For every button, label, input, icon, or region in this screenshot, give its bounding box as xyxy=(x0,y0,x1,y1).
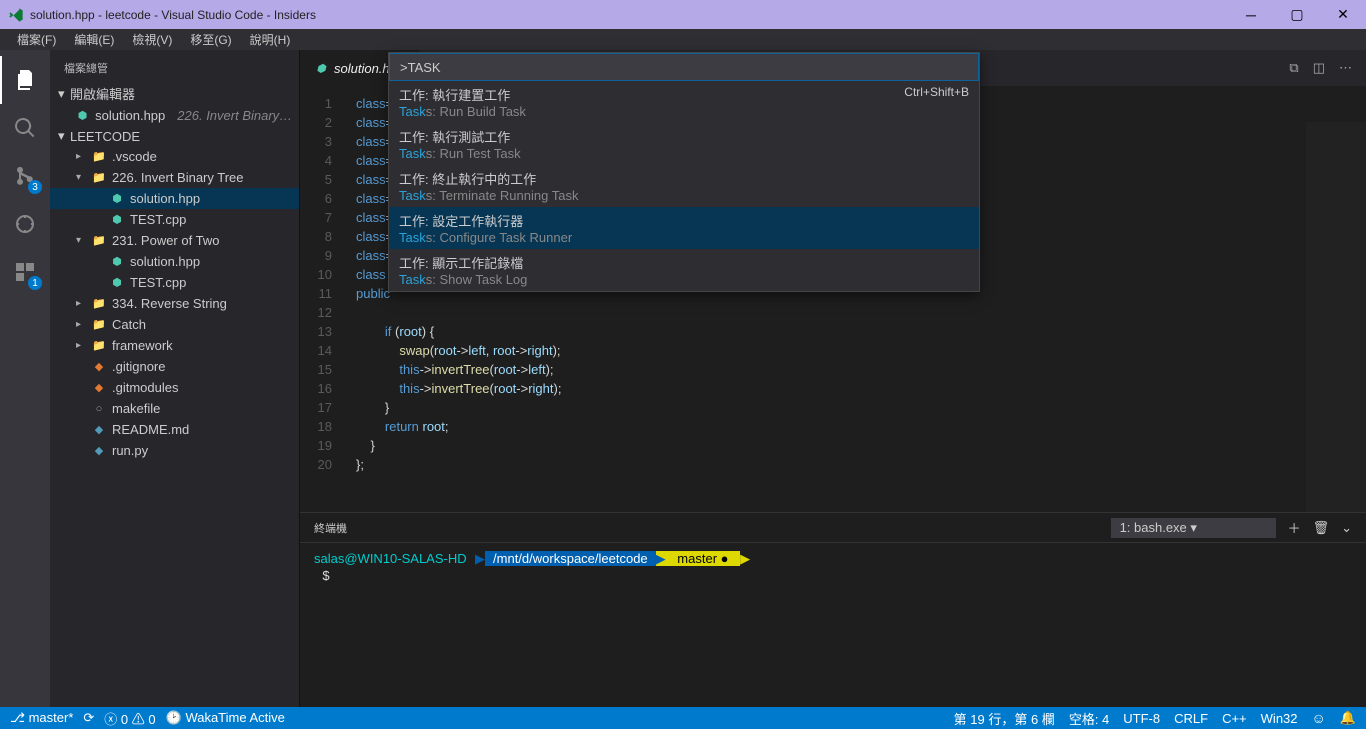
folder-item[interactable]: ▸📁334. Reverse String xyxy=(50,293,299,314)
files-icon xyxy=(14,68,38,92)
sidebar-title: 檔案總管 xyxy=(50,50,299,82)
titlebar: solution.hpp - leetcode - Visual Studio … xyxy=(0,0,1366,29)
file-item[interactable]: ◆.gitmodules xyxy=(50,377,299,398)
palette-item[interactable]: 工作: 設定工作執行器Tasks: Configure Task Runner xyxy=(389,207,979,249)
command-palette: 工作: 執行建置工作Ctrl+Shift+BTasks: Run Build T… xyxy=(388,52,980,292)
menu-help[interactable]: 說明(H) xyxy=(241,29,300,50)
language-mode[interactable]: C++ xyxy=(1222,711,1247,726)
new-terminal-icon[interactable]: ＋ xyxy=(1288,518,1301,537)
debug-icon xyxy=(13,212,37,236)
debug-tab[interactable] xyxy=(0,200,50,248)
file-item[interactable]: ⬢TEST.cpp xyxy=(50,209,299,230)
problems[interactable]: ⓧ 0 ⚠ 0 xyxy=(104,709,155,728)
encoding[interactable]: UTF-8 xyxy=(1123,711,1160,726)
sync-icon[interactable]: ⟳ xyxy=(83,710,94,726)
minimap[interactable] xyxy=(1306,122,1366,512)
palette-list: 工作: 執行建置工作Ctrl+Shift+BTasks: Run Build T… xyxy=(389,81,979,291)
terminal-label[interactable]: 終端機 xyxy=(314,520,347,536)
activity-bar: 3 1 xyxy=(0,50,50,707)
terminal-panel: 終端機 1: bash.exe ▾ ＋ 🗑 ⌄ salas@WIN10-SALA… xyxy=(300,512,1366,707)
menu-view[interactable]: 檢視(V) xyxy=(123,29,181,50)
file-item[interactable]: ◆README.md xyxy=(50,419,299,440)
chevron-down-icon[interactable]: ⌄ xyxy=(1341,520,1352,536)
split-compare-icon[interactable]: ⧉ xyxy=(1289,60,1298,76)
folder-item[interactable]: ▸📁framework xyxy=(50,335,299,356)
terminal-select[interactable]: 1: bash.exe ▾ xyxy=(1111,518,1276,538)
palette-input[interactable] xyxy=(389,53,979,81)
explorer-sidebar: 檔案總管 ▾ 開啟編輯器 ⬢ solution.hpp 226. Invert … xyxy=(50,50,300,707)
menubar: 檔案(F) 編輯(E) 檢視(V) 移至(G) 說明(H) xyxy=(0,29,1366,50)
cursor-position[interactable]: 第 19 行，第 6 欄 xyxy=(954,709,1055,728)
wakatime[interactable]: 🕑 WakaTime Active xyxy=(166,710,285,726)
file-item[interactable]: ⬢TEST.cpp xyxy=(50,272,299,293)
file-item[interactable]: ⬢solution.hpp xyxy=(50,188,299,209)
terminal-header: 終端機 1: bash.exe ▾ ＋ 🗑 ⌄ xyxy=(300,513,1366,543)
statusbar: ⎇ master* ⟳ ⓧ 0 ⚠ 0 🕑 WakaTime Active 第 … xyxy=(0,707,1366,729)
git-branch[interactable]: ⎇ master* xyxy=(10,710,73,726)
search-tab[interactable] xyxy=(0,104,50,152)
window-controls: ─ ▢ ✕ xyxy=(1228,0,1366,29)
open-editors-header[interactable]: ▾ 開啟編輯器 xyxy=(50,82,299,105)
minimize-button[interactable]: ─ xyxy=(1228,0,1274,29)
indentation[interactable]: 空格: 4 xyxy=(1069,709,1109,728)
vscode-icon xyxy=(8,7,24,23)
file-item[interactable]: ⬢solution.hpp xyxy=(50,251,299,272)
menu-edit[interactable]: 編輯(E) xyxy=(65,29,123,50)
folder-item[interactable]: ▾📁226. Invert Binary Tree xyxy=(50,167,299,188)
extensions-tab[interactable]: 1 xyxy=(0,248,50,296)
palette-item[interactable]: 工作: 執行測試工作Tasks: Run Test Task xyxy=(389,123,979,165)
maximize-button[interactable]: ▢ xyxy=(1274,0,1320,29)
notifications-icon[interactable]: 🔔 xyxy=(1340,710,1356,726)
more-icon[interactable]: ⋯ xyxy=(1339,60,1352,76)
line-gutter: 1234567891011121314151617181920 xyxy=(300,86,348,512)
menu-goto[interactable]: 移至(G) xyxy=(181,29,240,50)
file-tree: ▸📁.vscode▾📁226. Invert Binary Tree⬢solut… xyxy=(50,146,299,461)
scm-tab[interactable]: 3 xyxy=(0,152,50,200)
folder-item[interactable]: ▸📁Catch xyxy=(50,314,299,335)
cpp-icon: ⬢ xyxy=(314,61,328,75)
palette-item[interactable]: 工作: 終止執行中的工作Tasks: Terminate Running Tas… xyxy=(389,165,979,207)
palette-item[interactable]: 工作: 執行建置工作Ctrl+Shift+BTasks: Run Build T… xyxy=(389,81,979,123)
split-editor-icon[interactable]: ◫ xyxy=(1313,60,1325,76)
menu-file[interactable]: 檔案(F) xyxy=(8,29,65,50)
folder-item[interactable]: ▸📁.vscode xyxy=(50,146,299,167)
cpp-icon: ⬢ xyxy=(76,109,89,123)
explorer-tab[interactable] xyxy=(0,56,50,104)
ext-badge: 1 xyxy=(28,276,42,290)
folder-item[interactable]: ▾📁231. Power of Two xyxy=(50,230,299,251)
terminal-body[interactable]: salas@WIN10-SALAS-HD ▶/mnt/d/workspace/l… xyxy=(300,543,1366,707)
file-item[interactable]: ◆.gitignore xyxy=(50,356,299,377)
file-item[interactable]: ◆run.py xyxy=(50,440,299,461)
window-title: solution.hpp - leetcode - Visual Studio … xyxy=(30,8,1228,22)
scm-badge: 3 xyxy=(28,180,42,194)
eol[interactable]: CRLF xyxy=(1174,711,1208,726)
target[interactable]: Win32 xyxy=(1261,711,1298,726)
workspace-header[interactable]: ▾ LEETCODE xyxy=(50,126,299,146)
close-button[interactable]: ✕ xyxy=(1320,0,1366,29)
kill-terminal-icon[interactable]: 🗑 xyxy=(1313,520,1330,536)
palette-item[interactable]: 工作: 顯示工作記錄檔Tasks: Show Task Log xyxy=(389,249,979,291)
open-editor-item[interactable]: ⬢ solution.hpp 226. Invert Binary T... xyxy=(50,105,299,126)
search-icon xyxy=(13,116,37,140)
feedback-icon[interactable]: ☺ xyxy=(1312,710,1326,726)
file-item[interactable]: ○makefile xyxy=(50,398,299,419)
